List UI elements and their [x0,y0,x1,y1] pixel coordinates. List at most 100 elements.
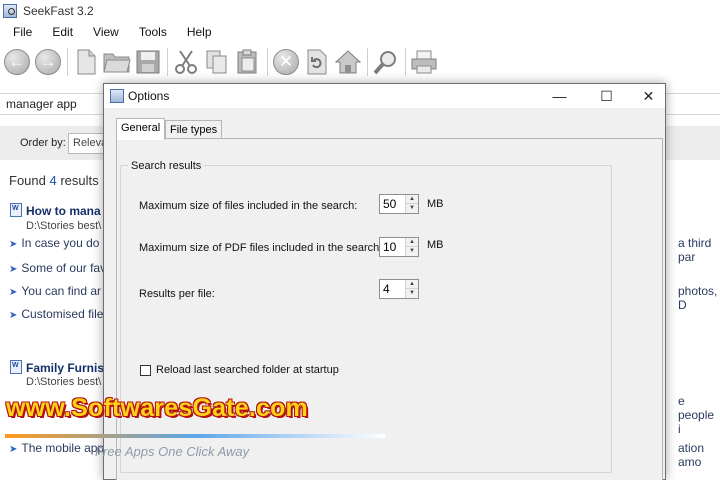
stop-x-icon: ✕ [273,49,299,75]
back-button[interactable]: ← [3,47,31,77]
snippet-text: Customised file [21,307,104,321]
reload-folder-label[interactable]: Reload last searched folder at startup [156,364,339,376]
max-file-size-value: 50 [383,197,397,211]
result-snippet[interactable]: ➤ Customised file [9,307,103,321]
max-pdf-size-stepper[interactable]: 10 ▲ ▼ [379,237,419,257]
result-snippet[interactable]: ➤ You can find ar [9,284,101,298]
result-snippet[interactable]: ➤ Some of our fav [9,261,106,275]
home-button[interactable] [334,47,362,77]
stepper-up-icon[interactable]: ▲ [406,280,418,289]
close-icon: ✕ [642,87,655,104]
printer-icon [411,50,437,74]
arrow-right-icon: ➤ [9,264,18,275]
stepper-up-icon[interactable]: ▲ [406,195,418,204]
menu-bar: File Edit View Tools Help [0,22,720,42]
watermark-underline [5,434,385,438]
minimize-button[interactable]: — [537,84,582,108]
snippet-text: The mobile app [21,441,105,455]
menu-help[interactable]: Help [174,25,219,39]
stepper-buttons: ▲ ▼ [405,195,418,213]
arrow-right-icon: ➤ [9,287,18,298]
save-disk-icon [136,50,160,74]
find-button[interactable] [372,47,400,77]
print-button[interactable] [410,47,438,77]
save-button[interactable] [134,47,162,77]
menu-view[interactable]: View [80,25,126,39]
stepper-down-icon[interactable]: ▼ [406,204,418,213]
max-pdf-size-value: 10 [383,240,397,254]
result-snippet-tail: a third par [678,236,712,264]
magnifier-icon [373,51,396,75]
new-document-icon [77,49,96,75]
stepper-down-icon[interactable]: ▼ [406,247,418,256]
max-pdf-size-label: Maximum size of PDF files included in th… [139,242,383,254]
stepper-buttons: ▲ ▼ [405,280,418,298]
found-suffix: results i [56,173,106,188]
watermark-tagline: Free Apps One Click Away [95,444,250,459]
result-path[interactable]: D:\Stories best\ [26,220,101,232]
close-button[interactable]: ✕ [626,84,671,108]
menu-tools[interactable]: Tools [126,25,174,39]
result-snippet[interactable]: ➤ In case you do [9,236,99,250]
word-document-icon [10,203,22,217]
scissors-icon [175,50,197,74]
main-titlebar: SeekFast 3.2 [0,0,720,22]
dialog-app-icon [110,89,124,103]
snippet-text: In case you do [21,236,100,250]
word-document-icon [10,360,22,374]
copy-button[interactable] [203,47,231,77]
stepper-up-icon[interactable]: ▲ [406,238,418,247]
tab-file-types[interactable]: File types [165,120,223,140]
tab-general[interactable]: General [116,118,166,140]
stop-button[interactable]: ✕ [272,47,300,77]
max-file-size-label: Maximum size of files included in the se… [139,200,358,212]
dialog-titlebar[interactable]: Options — ☐ ✕ [104,84,665,108]
found-prefix: Found [9,173,50,188]
menu-file[interactable]: File [0,25,39,39]
maximize-button[interactable]: ☐ [584,84,629,108]
snippet-text: Some of our fav [21,261,107,275]
group-title: Search results [128,160,205,172]
toolbar-separator [67,48,68,76]
max-file-size-unit: MB [427,198,444,210]
toolbar-separator [267,48,268,76]
reload-folder-checkbox[interactable] [140,365,151,376]
home-icon [335,50,361,74]
paste-button[interactable] [234,47,262,77]
copy-icon [206,50,227,74]
arrow-right-icon: ➤ [9,444,18,455]
refresh-document-icon [307,49,327,75]
stepper-buttons: ▲ ▼ [405,238,418,256]
watermark-logo: www.SoftwaresGate.com [6,394,308,422]
paste-clipboard-icon [237,49,257,74]
app-icon [3,4,17,18]
cut-button[interactable] [172,47,200,77]
result-snippet-tail: ation amo [678,441,705,469]
result-snippet-tail: e people i [678,394,715,436]
results-per-file-label: Results per file: [139,288,215,300]
arrow-right-icon: ➤ [9,310,18,321]
refresh-button[interactable] [303,47,331,77]
result-snippet[interactable]: ➤ The mobile app [9,441,104,455]
dialog-title: Options [128,89,170,103]
app-title: SeekFast 3.2 [23,4,94,18]
new-button[interactable] [72,47,100,77]
forward-button[interactable]: → [34,47,62,77]
result-path[interactable]: D:\Stories best\ [26,376,101,388]
max-pdf-size-unit: MB [427,239,444,251]
result-title[interactable]: How to mana [26,204,101,218]
found-count: 4 [49,173,57,188]
result-title[interactable]: Family Furnis [26,361,104,375]
back-arrow-icon: ← [4,49,30,75]
arrow-right-icon: ➤ [9,239,18,250]
snippet-text: You can find ar [21,284,102,298]
order-by-label: Order by: [20,137,66,149]
max-file-size-stepper[interactable]: 50 ▲ ▼ [379,194,419,214]
maximize-icon: ☐ [600,87,613,104]
search-query-text: manager app [6,97,77,111]
results-per-file-stepper[interactable]: 4 ▲ ▼ [379,279,419,299]
open-button[interactable] [103,47,131,77]
stepper-down-icon[interactable]: ▼ [406,289,418,298]
menu-edit[interactable]: Edit [39,25,80,39]
toolbar-separator [367,48,368,76]
